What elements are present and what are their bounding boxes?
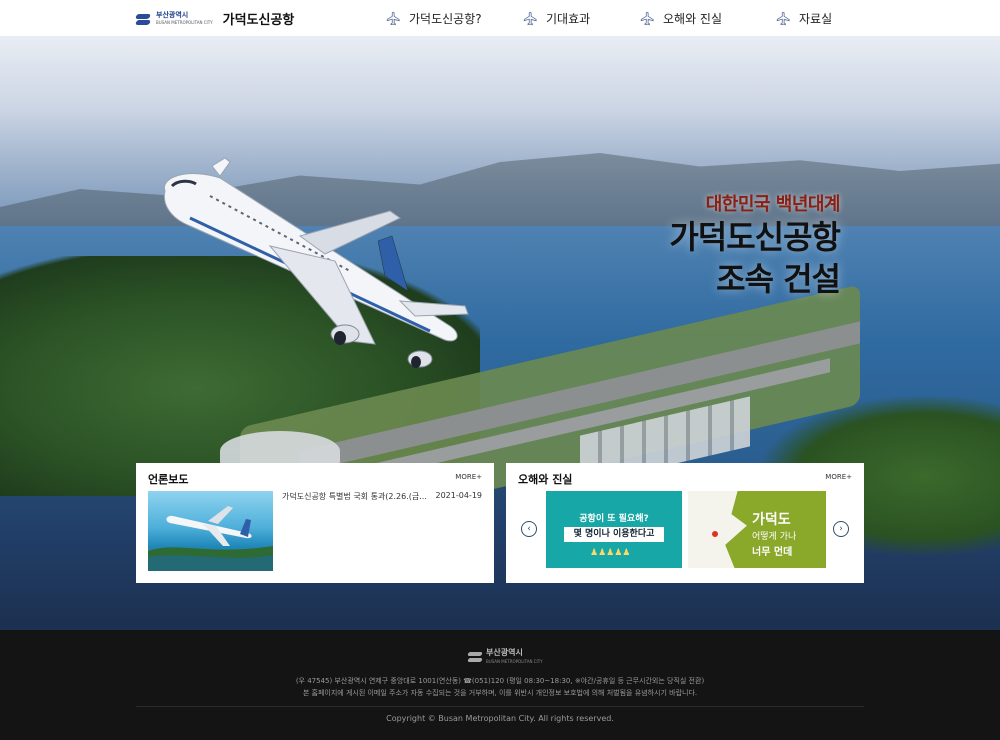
press-panel: 언론보도 MORE+ 가덕도신공항 특별법 국회 통과(2.26.(금... 2…: [136, 463, 494, 583]
chevron-left-icon: ‹: [527, 524, 531, 534]
nav-item-archive[interactable]: 자료실: [776, 0, 832, 36]
busan-logo-icon: [136, 12, 150, 26]
nav-item-about[interactable]: 가덕도신공항?: [386, 0, 482, 36]
site-header: 부산광역시 BUSAN METROPOLITAN CITY 가덕도신공항 가덕도신…: [0, 0, 1000, 36]
hero-banner: 대한민국 백년대계 가덕도신공항 조속 건설 언론보도 MORE+ 가덕도신공항…: [0, 36, 1000, 630]
airplane-icon: [386, 11, 400, 25]
airplane-icon: [523, 11, 537, 25]
logo-city-name: 부산광역시 BUSAN METROPOLITAN CITY: [156, 10, 213, 25]
site-title: 가덕도신공항: [222, 13, 295, 28]
hero-title: 가덕도신공항 조속 건설: [560, 216, 841, 300]
site-footer: 부산광역시 BUSAN METROPOLITAN CITY (우 47545) 부…: [0, 630, 1000, 740]
carousel-prev-button[interactable]: ‹: [521, 521, 537, 537]
footer-notice: 본 홈페이지에 게시된 이메일 주소가 자동 수집되는 것을 거부하며, 이를 …: [302, 689, 698, 697]
more-link[interactable]: MORE+: [455, 473, 482, 481]
hero-title-line1: 가덕도신공항: [669, 218, 841, 256]
nav-item-myths[interactable]: 오해와 진실: [640, 0, 722, 36]
chevron-right-icon: ›: [839, 524, 843, 534]
site-logo[interactable]: 부산광역시 BUSAN METROPOLITAN CITY 가덕도신공항: [136, 9, 295, 29]
busan-logo-icon: [468, 651, 482, 663]
footer-copyright: Copyright © Busan Metropolitan City. All…: [386, 714, 614, 723]
footer-address: (우 47545) 부산광역시 연제구 중앙대로 1001(연산동) ☎(051…: [295, 677, 705, 685]
hero-title-line2: 조속 건설: [716, 260, 841, 298]
nav-item-effects[interactable]: 기대효과: [523, 0, 590, 36]
news-date: 2021-04-19: [435, 491, 483, 500]
map-icon: [688, 491, 747, 568]
myths-panel: 오해와 진실 MORE+ ‹ › 공항이 또 필요해? 몇 명이나 이용한다고 …: [506, 463, 864, 583]
panel-title: 언론보도: [148, 473, 189, 486]
myth-card-1-line2: 몇 명이나 이용한다고: [564, 527, 664, 542]
myth-card-2[interactable]: 가덕도 어떻게 가나 너무 먼데: [688, 491, 826, 568]
airplane-icon: [640, 11, 654, 25]
hero-subtitle: 대한민국 백년대계: [705, 194, 841, 215]
myth-card-2-line2: 어떻게 가나: [752, 532, 797, 542]
nav-label: 오해와 진실: [663, 11, 723, 26]
myth-card-2-line1: 가덕도: [752, 512, 791, 528]
footer-logo: 부산광역시 BUSAN METROPOLITAN CITY: [468, 648, 543, 666]
more-link[interactable]: MORE+: [825, 473, 852, 481]
nav-label: 기대효과: [546, 11, 591, 26]
myth-card-1-line1: 공항이 또 필요해?: [579, 514, 649, 524]
nav-label: 자료실: [799, 11, 833, 26]
footer-divider: [136, 706, 864, 707]
carousel-next-button[interactable]: ›: [833, 521, 849, 537]
news-headline[interactable]: 가덕도신공항 특별법 국회 통과(2.26.(금...: [282, 491, 432, 502]
airplane-illustration: [163, 157, 469, 368]
footer-city-name: 부산광역시 BUSAN METROPOLITAN CITY: [486, 648, 543, 664]
map-pin-icon: [712, 531, 718, 537]
airplane-icon: [776, 11, 790, 25]
people-icons: ♟♟♟♟♟: [590, 548, 631, 558]
nav-label: 가덕도신공항?: [409, 11, 482, 26]
myth-card-2-line3: 너무 먼데: [752, 547, 793, 558]
news-thumbnail[interactable]: [148, 491, 273, 571]
myth-card-1[interactable]: 공항이 또 필요해? 몇 명이나 이용한다고 ♟♟♟♟♟: [546, 491, 682, 568]
airplane-photo-icon: [148, 506, 273, 571]
panel-title: 오해와 진실: [518, 473, 573, 486]
